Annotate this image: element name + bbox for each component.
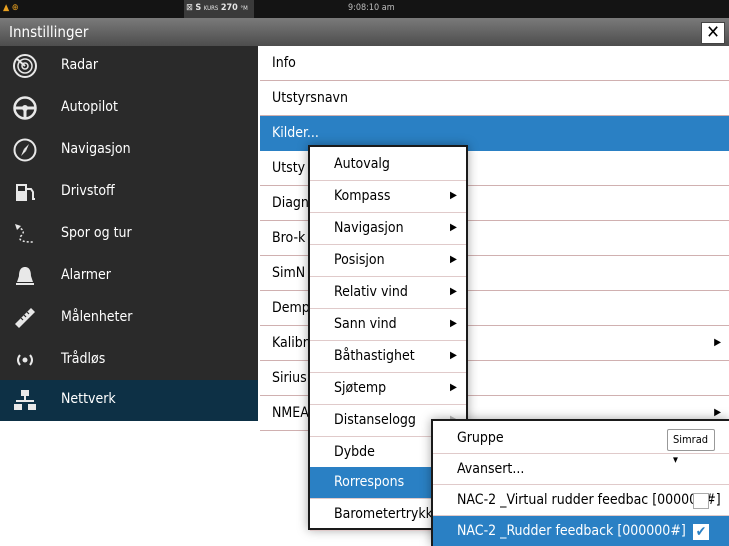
heading-readout: ⊠ S KURS 270 °M xyxy=(186,3,248,13)
menu-item-autovalg[interactable]: Autovalg xyxy=(310,149,466,181)
close-icon: ✕ xyxy=(706,22,720,43)
sidebar-item-spor-og-tur[interactable]: Spor og tur xyxy=(0,214,258,255)
alarm-warning-icon: ▲ ⊕ xyxy=(3,3,19,13)
page-title: Innstillinger xyxy=(9,23,89,41)
sidebar-item-alarmer[interactable]: Alarmer xyxy=(0,256,258,297)
group-select[interactable]: Simrad ▾ xyxy=(667,429,715,466)
menu-item-relativ-vind[interactable]: Relativ vind ▶ xyxy=(310,277,466,309)
chevron-right-icon: ▶ xyxy=(714,407,721,418)
sidebar-item-radar[interactable]: Radar xyxy=(0,46,258,87)
row-utstyrsnavn[interactable]: Utstyrsnavn xyxy=(260,81,729,116)
steering-wheel-icon xyxy=(13,96,37,120)
chevron-right-icon: ▶ xyxy=(450,190,457,201)
track-icon xyxy=(15,224,34,243)
chevron-right-icon: ▶ xyxy=(450,254,457,265)
rudder-feedback-submenu: Gruppe Simrad ▾ Avansert... NAC-2 _Virtu… xyxy=(431,419,729,546)
chevron-right-icon: ▶ xyxy=(450,222,457,233)
menu-item-sjotemp[interactable]: Sjøtemp ▶ xyxy=(310,373,466,405)
heading-box-icon: ⊠ xyxy=(186,3,193,13)
ruler-icon xyxy=(15,308,35,328)
clock: 9:08:10 am xyxy=(348,3,395,13)
sidebar-item-drivstoff[interactable]: Drivstoff xyxy=(0,172,258,213)
menu-item-sann-vind[interactable]: Sann vind ▶ xyxy=(310,309,466,341)
bell-icon xyxy=(16,267,34,285)
device-item-rudder-feedback[interactable]: NAC-2 _Rudder feedback [000000#] ✔ xyxy=(433,516,729,546)
chevron-right-icon: ▶ xyxy=(450,350,457,361)
advanced-item[interactable]: Avansert... xyxy=(433,454,729,485)
sidebar-item-navigasjon[interactable]: Navigasjon xyxy=(0,130,258,171)
fuel-pump-icon xyxy=(16,184,35,201)
sidebar-item-tradlos[interactable]: Trådløs xyxy=(0,340,258,381)
menu-item-kompass[interactable]: Kompass ▶ xyxy=(310,181,466,213)
chevron-right-icon: ▶ xyxy=(450,318,457,329)
checkmark-icon: ✔ xyxy=(695,524,707,540)
status-bar: ▲ ⊕ ⊠ S KURS 270 °M 9:08:10 am xyxy=(0,0,729,18)
row-info[interactable]: Info xyxy=(260,46,729,81)
device-checkbox[interactable] xyxy=(693,493,709,509)
menu-item-bathastighet[interactable]: Båthastighet ▶ xyxy=(310,341,466,373)
network-icon xyxy=(14,390,36,410)
compass-icon xyxy=(13,138,37,162)
chevron-right-icon: ▶ xyxy=(450,286,457,297)
chevron-right-icon: ▶ xyxy=(714,337,721,348)
group-row: Gruppe Simrad ▾ xyxy=(433,423,729,466)
menu-item-posisjon[interactable]: Posisjon ▶ xyxy=(310,245,466,277)
wireless-icon xyxy=(17,354,33,366)
radar-icon xyxy=(13,54,37,78)
close-button[interactable]: ✕ xyxy=(701,22,725,44)
device-checkbox-checked[interactable]: ✔ xyxy=(693,524,709,540)
sidebar-item-autopilot[interactable]: Autopilot xyxy=(0,88,258,129)
sidebar-item-malenheter[interactable]: Målenheter xyxy=(0,298,258,339)
chevron-right-icon: ▶ xyxy=(450,382,457,393)
device-item-virtual-rudder[interactable]: NAC-2 _Virtual rudder feedbac [000000#] xyxy=(433,485,729,516)
title-bar: Innstillinger xyxy=(0,18,729,46)
sidebar: Radar Autopilot Navigasjon Drivstoff Spo… xyxy=(0,46,258,421)
sidebar-item-nettverk[interactable]: Nettverk xyxy=(0,380,258,421)
menu-item-navigasjon[interactable]: Navigasjon ▶ xyxy=(310,213,466,245)
